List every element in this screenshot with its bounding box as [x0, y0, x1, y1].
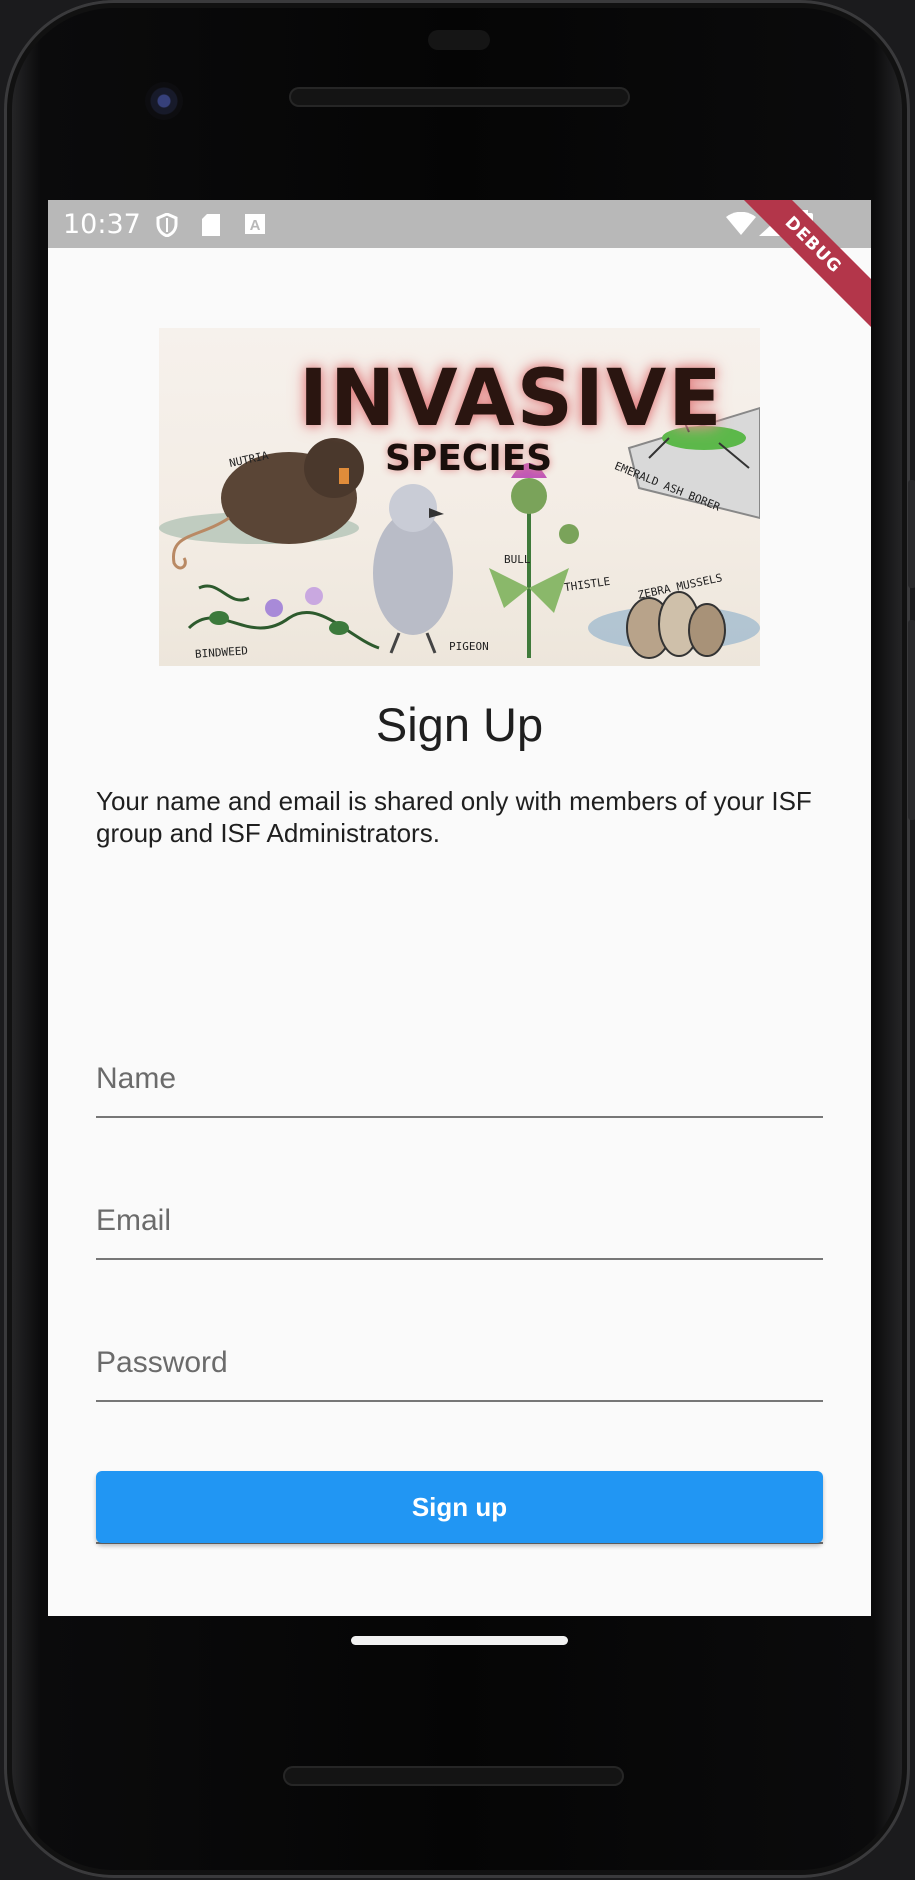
name-field — [96, 1008, 823, 1118]
app-screen: 10:37 A DEBUG INVASIVE SPECIES NUTRIA EM… — [48, 200, 871, 1616]
banner-subtitle: SPECIES — [385, 438, 553, 479]
page-title: Sign Up — [375, 698, 544, 751]
name-input[interactable] — [96, 1008, 823, 1116]
email-field — [96, 1150, 823, 1260]
privacy-disclaimer: Your name and email is shared only with … — [96, 786, 812, 848]
earpiece-speaker — [289, 87, 630, 107]
email-input[interactable] — [96, 1150, 823, 1258]
invasive-species-banner: INVASIVE SPECIES NUTRIA EMERALD ASH BORE… — [159, 328, 760, 666]
proximity-sensor — [428, 30, 490, 50]
phone-frame: 10:37 A DEBUG INVASIVE SPECIES NUTRIA EM… — [4, 0, 915, 1878]
wifi-icon — [726, 211, 756, 241]
sd-card-icon — [201, 213, 221, 242]
svg-text:A: A — [250, 217, 261, 234]
banner-title: INVASIVE — [299, 354, 724, 444]
signup-button[interactable]: Sign up — [96, 1471, 823, 1543]
home-indicator[interactable] — [351, 1636, 568, 1645]
power-button — [908, 480, 915, 588]
front-camera — [145, 82, 183, 120]
label-bull: BULL — [504, 553, 531, 566]
volume-button — [908, 620, 915, 820]
status-bar: 10:37 A — [48, 200, 871, 248]
password-field — [96, 1292, 823, 1402]
shield-icon — [156, 212, 178, 242]
bottom-speaker — [283, 1766, 624, 1786]
label-pigeon: PIGEON — [449, 640, 489, 653]
status-time: 10:37 — [63, 209, 141, 240]
font-a-icon: A — [245, 214, 265, 239]
password-input[interactable] — [96, 1292, 823, 1400]
